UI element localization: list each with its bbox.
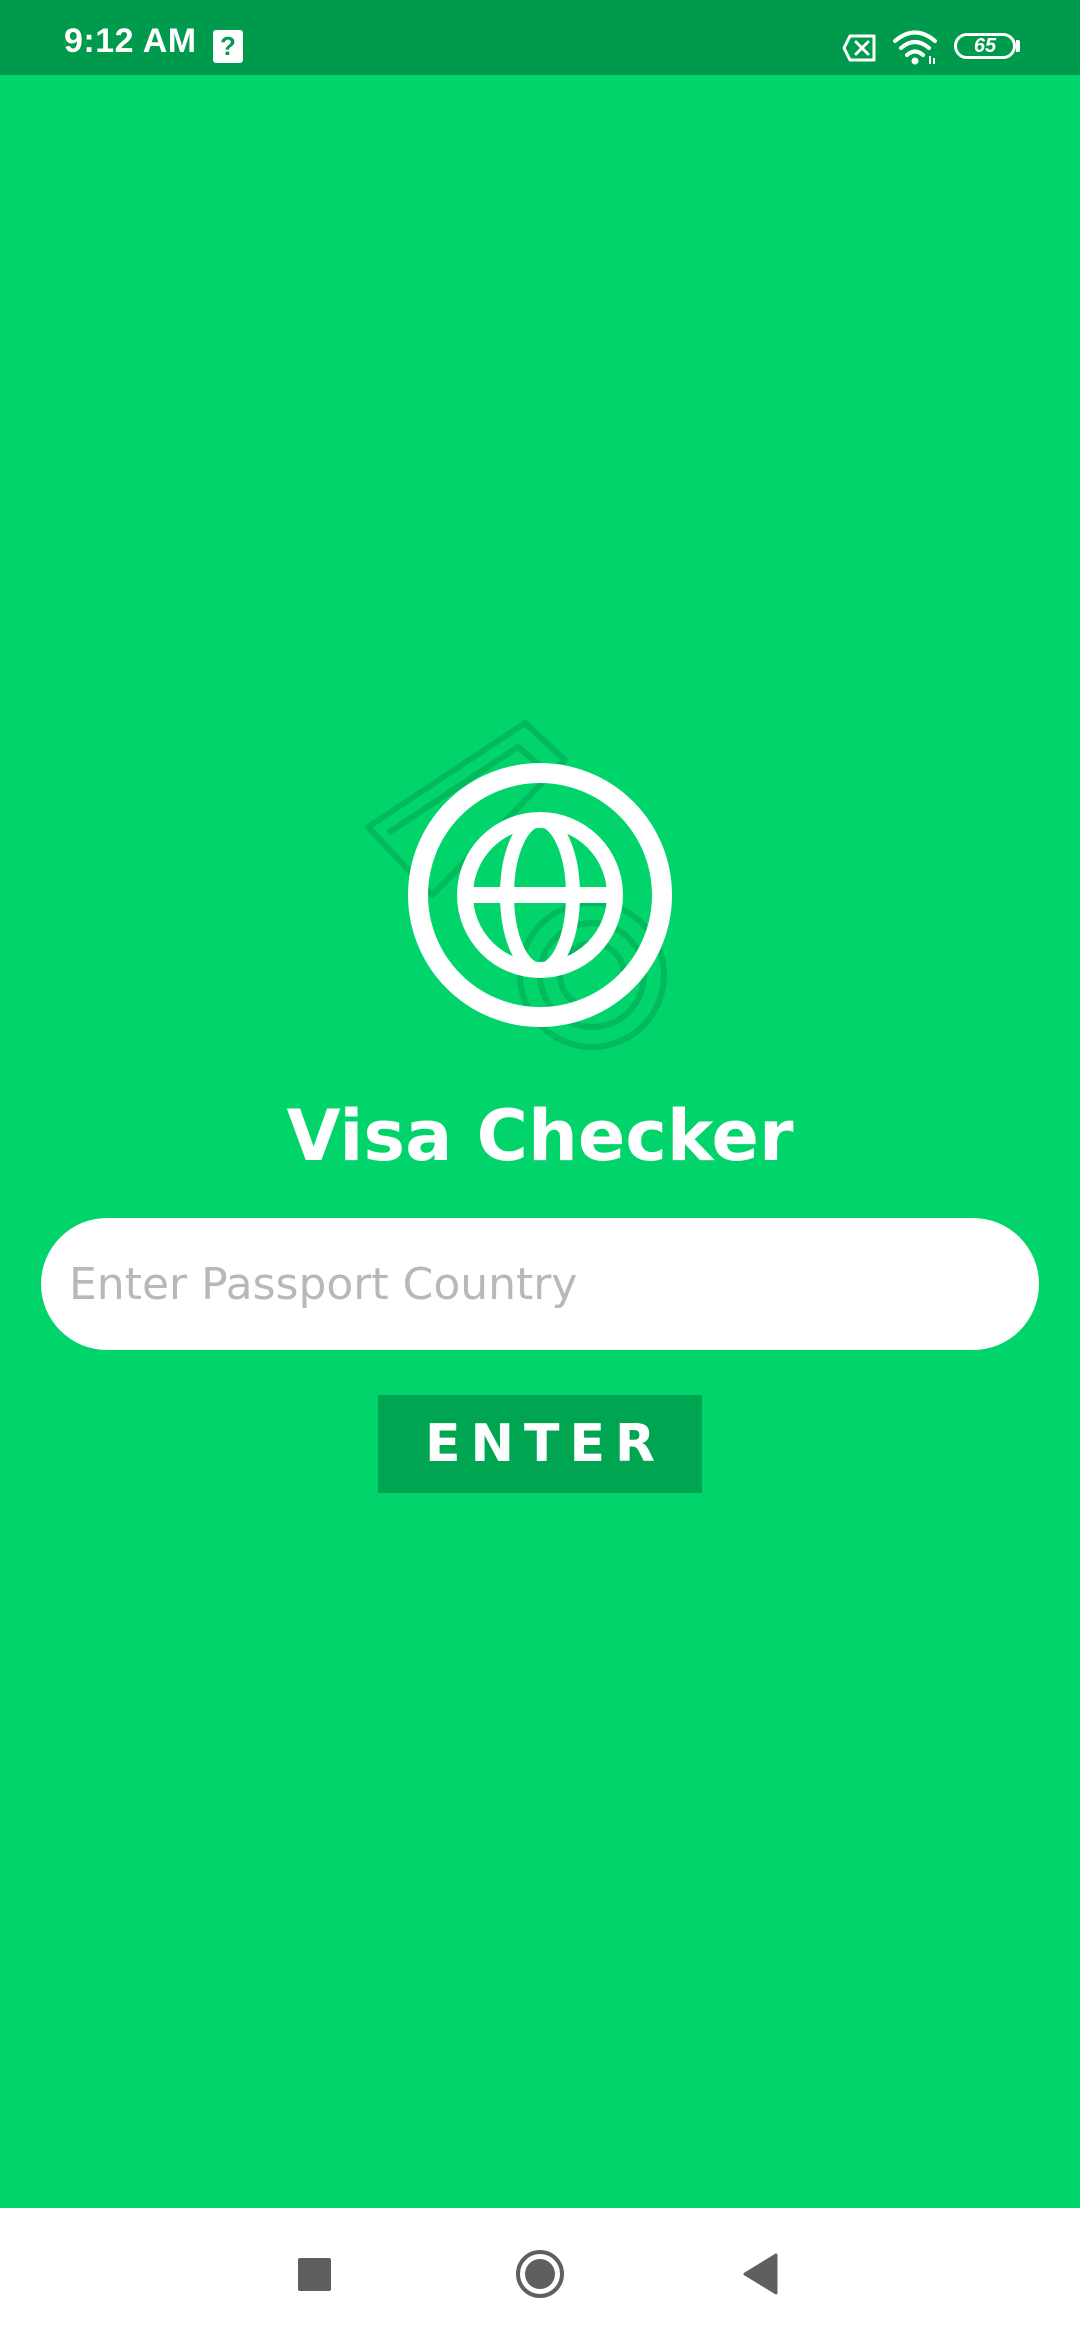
help-icon: ? bbox=[213, 30, 243, 63]
passport-country-input[interactable] bbox=[41, 1218, 1039, 1350]
home-icon[interactable] bbox=[514, 2248, 566, 2300]
globe-passport-icon bbox=[365, 720, 672, 1050]
battery-nub bbox=[1016, 40, 1020, 52]
navigation-bar bbox=[0, 2208, 1080, 2340]
wifi-icon bbox=[893, 30, 937, 65]
back-icon[interactable] bbox=[742, 2252, 778, 2296]
status-bar: 9:12 AM ? 65 bbox=[0, 0, 1080, 75]
sim-off-icon bbox=[842, 34, 876, 62]
status-time: 9:12 AM bbox=[64, 22, 197, 60]
battery-icon: 65 bbox=[954, 33, 1016, 59]
enter-button[interactable]: ENTER bbox=[378, 1395, 702, 1493]
app-title: Visa Checker bbox=[286, 1095, 794, 1177]
recents-icon[interactable] bbox=[298, 2258, 331, 2291]
battery-level: 65 bbox=[973, 35, 997, 57]
app-logo bbox=[360, 715, 720, 1060]
